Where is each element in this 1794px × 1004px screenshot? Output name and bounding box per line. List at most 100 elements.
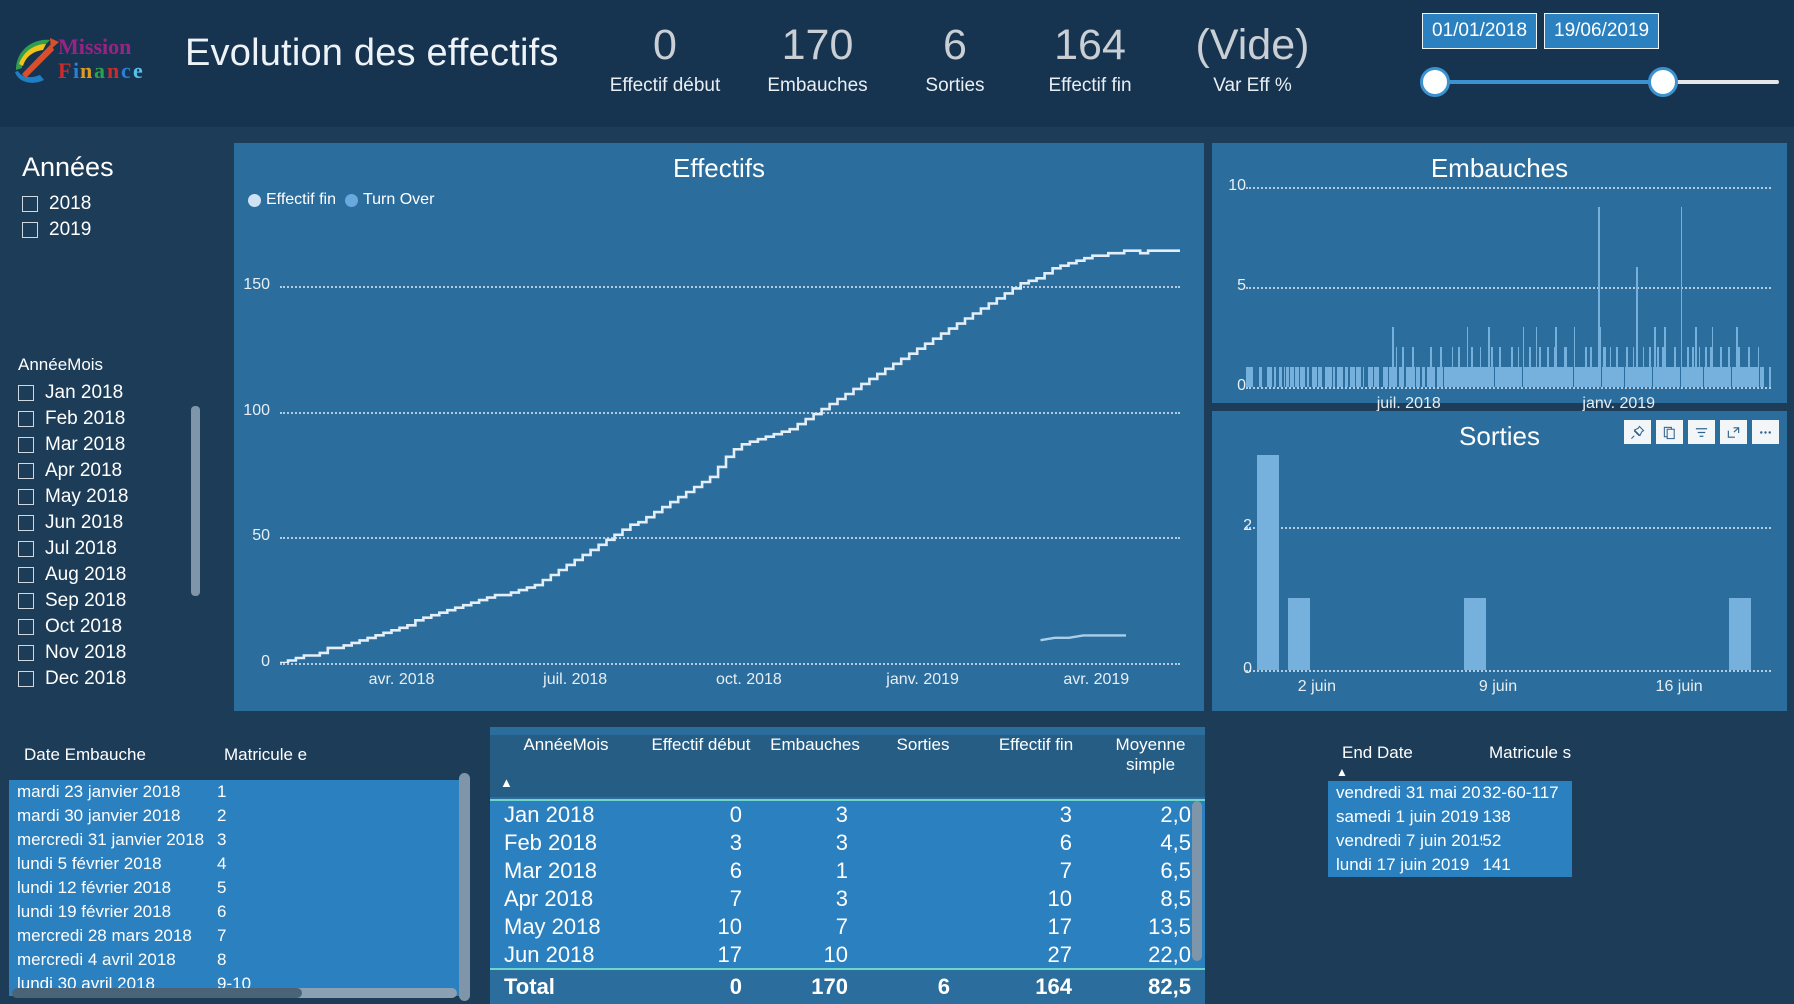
table-vertical-scrollbar[interactable] [1192,801,1202,961]
checkbox-icon[interactable] [18,437,34,453]
bar[interactable] [1362,367,1365,387]
table-body[interactable]: Jan 2018 0 3 3 2,0 Feb 2018 3 3 6 4,5 Mar 2018 6 1 7 6… [490,799,1205,969]
table-row[interactable]: Jan 2018 0 3 3 2,0 [490,801,1205,829]
date-from-field[interactable]: 01/01/2018 [1422,13,1538,49]
checkbox-icon[interactable] [18,541,34,557]
table-row[interactable]: lundi 19 février 2018 6 [9,900,461,924]
table-row[interactable]: mercredi 4 avril 2018 8 [9,948,461,972]
table-matrix-effectifs[interactable]: AnnéeMois Effectif début Embauches Sorti… [490,727,1205,1004]
legend-item-turn-over[interactable]: Turn Over [344,191,434,209]
bar[interactable] [1250,367,1253,387]
pin-icon[interactable] [1624,420,1651,444]
bar[interactable] [1762,367,1765,387]
slicer-item-aug-2018[interactable]: Aug 2018 [18,562,208,588]
column-header-matricule-e[interactable]: Matricule e [224,745,374,765]
chart-legend[interactable]: Effectif fin Turn Over [248,191,434,209]
column-header-matricule-s[interactable]: Matricule s [1489,743,1579,763]
checkbox-icon[interactable] [18,645,34,661]
bar[interactable] [1280,367,1283,387]
bar[interactable] [1256,455,1279,670]
bar[interactable] [1385,367,1388,387]
bar[interactable] [1346,367,1348,387]
bar[interactable] [1433,367,1436,387]
date-to-field[interactable]: 19/06/2019 [1544,13,1660,49]
visual-effectifs[interactable]: Effectifs Effectif fin Turn Over 0 50 100 1… [234,143,1204,711]
table-row[interactable]: mardi 30 janvier 2018 2 [9,804,461,828]
bar[interactable] [1306,367,1309,387]
checkbox-icon[interactable] [18,593,34,609]
checkbox-icon[interactable] [18,385,34,401]
slicer-item-2019[interactable]: 2019 [22,217,202,243]
bar[interactable] [1288,598,1310,670]
focus-mode-icon[interactable] [1720,420,1747,444]
slicer-item-jun-2018[interactable]: Jun 2018 [18,510,208,536]
table-row[interactable]: lundi 5 février 2018 4 [9,852,461,876]
table-row[interactable]: samedi 1 juin 2019 138 [1328,805,1572,829]
bar[interactable] [1315,367,1317,387]
slicer-annees[interactable]: Années 2018 2019 [22,152,202,243]
copy-icon[interactable] [1656,420,1683,444]
checkbox-icon[interactable] [22,196,38,212]
column-header-effectif-fin[interactable]: Effectif fin [976,735,1096,797]
embauches-plot-area[interactable]: 0 5 10 juil. 2018 janv. 2019 [1228,177,1771,412]
slicer-item-may-2018[interactable]: May 2018 [18,484,208,510]
visual-sorties[interactable]: Sorties 022 juin 9 juin 16 juin [1212,411,1787,711]
slicer-item-mar-2018[interactable]: Mar 2018 [18,432,208,458]
bar[interactable] [1303,367,1306,387]
bar[interactable] [1371,367,1373,387]
table-row[interactable]: vendredi 31 mai 201932-60-117 [1328,781,1572,805]
bar[interactable] [1260,367,1263,387]
bar[interactable] [1287,367,1289,387]
sorties-plot-area[interactable]: 0 2 2 juin 9 juin 16 juin [1243,455,1771,695]
bar[interactable] [1329,367,1332,387]
bar[interactable] [1769,367,1771,387]
table-row[interactable]: Feb 2018 3 3 6 4,5 [490,829,1205,857]
bar[interactable] [1274,367,1276,387]
slicer-scrollbar[interactable] [191,406,200,596]
bar[interactable] [1463,598,1486,670]
slicer-item-jan-2018[interactable]: Jan 2018 [18,380,208,406]
slicer-item-nov-2018[interactable]: Nov 2018 [18,640,208,666]
bar[interactable] [1402,347,1404,387]
table-horizontal-scrollbar-thumb[interactable] [12,988,302,998]
column-header-effectif-debut[interactable]: Effectif début [642,735,760,797]
bar[interactable] [1359,367,1362,387]
column-header-date-embauche[interactable]: Date Embauche [16,745,224,765]
checkbox-icon[interactable] [18,567,34,583]
bar[interactable] [1352,367,1355,387]
effectifs-plot-area[interactable]: 0 50 100 150 avr. 2018 juil. 2018 oct. 2018 jan… [243,223,1180,688]
slicer-item-feb-2018[interactable]: Feb 2018 [18,406,208,432]
bar[interactable] [1395,347,1398,387]
table-row[interactable]: mardi 23 janvier 2018 1 [9,780,461,804]
sort-ascending-icon[interactable]: ▲ [1336,765,1348,779]
checkbox-icon[interactable] [22,222,38,238]
more-options-icon[interactable] [1752,420,1779,444]
table-row[interactable]: lundi 17 juin 2019 141 [1328,853,1572,877]
table-row[interactable]: mercredi 31 janvier 2018 3 [9,828,461,852]
sort-ascending-icon[interactable]: ▲ [500,775,513,790]
table-body[interactable]: mardi 23 janvier 2018 1 mardi 30 janvier 2… [9,780,461,996]
checkbox-icon[interactable] [18,411,34,427]
legend-item-effectif-fin[interactable]: Effectif fin [248,191,336,209]
table-date-embauche[interactable]: Date Embauche Matricule e mardi 23 janvi… [0,735,478,1004]
column-header-sorties[interactable]: Sorties [870,735,976,797]
table-row[interactable]: mercredi 28 mars 2018 7 [9,924,461,948]
slicer-item-dec-2018[interactable]: Dec 2018 [18,666,208,692]
checkbox-icon[interactable] [18,671,34,687]
bar[interactable] [1423,367,1426,387]
filter-icon[interactable] [1688,420,1715,444]
table-row[interactable]: May 2018 10 7 17 13,5 [490,913,1205,941]
table-row[interactable]: vendredi 7 juin 2019 52 [1328,829,1572,853]
checkbox-icon[interactable] [18,489,34,505]
date-slider-handle-start[interactable] [1420,67,1450,97]
bar[interactable] [1320,367,1322,387]
bar[interactable] [1377,367,1380,387]
slicer-anneemois-list[interactable]: Jan 2018 Feb 2018 Mar 2018 Apr 2018 May … [18,380,208,692]
bar[interactable] [1333,367,1335,387]
visual-embauches[interactable]: Embauches 0 5 10 juil. 2018 janv. 2019 [1212,143,1787,412]
bar[interactable] [1418,367,1421,387]
table-vertical-scrollbar[interactable] [459,773,470,1001]
column-header-embauches[interactable]: Embauches [760,735,870,797]
table-row[interactable]: lundi 12 février 2018 5 [9,876,461,900]
slicer-item-2018[interactable]: 2018 [22,191,202,217]
